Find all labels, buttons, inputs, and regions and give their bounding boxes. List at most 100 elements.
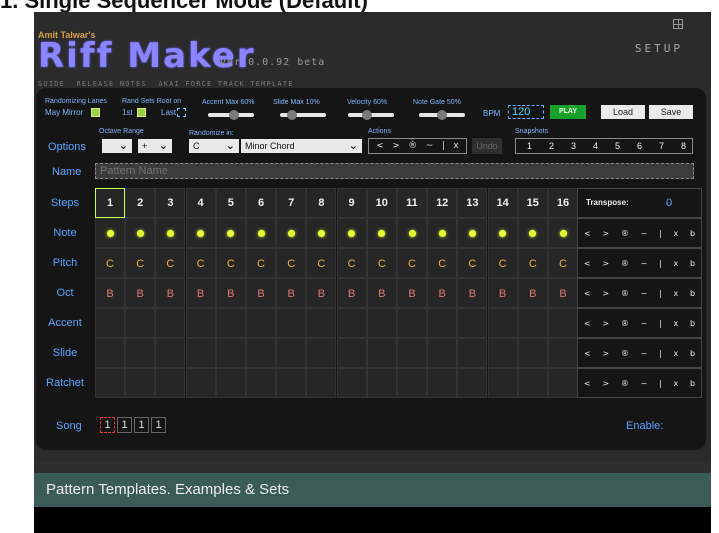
oct-mirror-button[interactable]: |: [659, 289, 662, 298]
ratchet-clear-button[interactable]: x: [674, 379, 679, 388]
song-slot-3[interactable]: 1: [134, 417, 149, 433]
release-notes-link[interactable]: RELEASE NOTES: [77, 80, 147, 88]
slide-max-slider[interactable]: [280, 110, 326, 120]
ratchet-bake-button[interactable]: b: [690, 379, 695, 388]
note-wave-button[interactable]: ~: [641, 229, 648, 238]
note-mirror-button[interactable]: |: [659, 229, 662, 238]
slide-cell-12[interactable]: [427, 338, 458, 368]
slide-randomize-button[interactable]: ®: [621, 349, 629, 358]
pitch-cell-3[interactable]: C: [155, 248, 186, 278]
randomize-button[interactable]: ®: [408, 139, 417, 153]
note-cell-13[interactable]: [457, 218, 488, 248]
steps-cell-8[interactable]: 8: [306, 188, 337, 218]
oct-cell-11[interactable]: B: [397, 278, 427, 308]
shift-left-button[interactable]: <: [376, 139, 384, 153]
oct-bake-button[interactable]: b: [690, 289, 695, 298]
slide-cell-1[interactable]: [95, 338, 125, 368]
pitch-cell-2[interactable]: C: [125, 248, 156, 278]
steps-cell-12[interactable]: 12: [427, 188, 458, 218]
note-cell-12[interactable]: [427, 218, 458, 248]
pitch-cell-10[interactable]: C: [366, 248, 397, 278]
accent-cell-4[interactable]: [185, 308, 216, 338]
scale-dropdown[interactable]: Minor Chord ⌄: [241, 139, 362, 153]
first-checkbox[interactable]: [137, 108, 146, 117]
slide-shift-left-button[interactable]: <: [584, 349, 591, 358]
bpm-input[interactable]: 120: [508, 105, 544, 119]
accent-clear-button[interactable]: x: [674, 319, 679, 328]
window-grid-icon[interactable]: [673, 19, 683, 29]
load-button[interactable]: Load: [601, 105, 645, 119]
steps-cell-3[interactable]: 3: [155, 188, 186, 218]
accent-cell-11[interactable]: [397, 308, 427, 338]
accent-cell-13[interactable]: [457, 308, 488, 338]
octave-range-max-dropdown[interactable]: + ⌄: [138, 139, 172, 153]
steps-cell-13[interactable]: 13: [457, 188, 488, 218]
oct-cell-10[interactable]: B: [366, 278, 397, 308]
slide-clear-button[interactable]: x: [674, 349, 679, 358]
oct-cell-16[interactable]: B: [548, 278, 578, 308]
note-cell-9[interactable]: [336, 218, 367, 248]
clear-button[interactable]: x: [453, 139, 458, 153]
ratchet-cell-11[interactable]: [397, 368, 427, 398]
oct-cell-7[interactable]: B: [276, 278, 307, 308]
snapshot-6[interactable]: 6: [637, 141, 642, 151]
steps-cell-9[interactable]: 9: [336, 188, 367, 218]
pitch-cell-13[interactable]: C: [457, 248, 488, 278]
oct-randomize-button[interactable]: ®: [621, 289, 629, 298]
note-cell-14[interactable]: [487, 218, 518, 248]
song-slot-4[interactable]: 1: [151, 417, 166, 433]
steps-cell-15[interactable]: 15: [517, 188, 548, 218]
pitch-cell-6[interactable]: C: [246, 248, 276, 278]
ratchet-cell-13[interactable]: [457, 368, 488, 398]
accent-cell-7[interactable]: [276, 308, 307, 338]
ratchet-cell-5[interactable]: [215, 368, 246, 398]
slide-cell-14[interactable]: [487, 338, 518, 368]
steps-cell-14[interactable]: 14: [487, 188, 518, 218]
accent-cell-12[interactable]: [427, 308, 458, 338]
pattern-name-input[interactable]: [95, 163, 694, 179]
ratchet-cell-12[interactable]: [427, 368, 458, 398]
pitch-clear-button[interactable]: x: [674, 259, 679, 268]
ratchet-cell-15[interactable]: [517, 368, 548, 398]
ratchet-cell-16[interactable]: [548, 368, 578, 398]
oct-cell-3[interactable]: B: [155, 278, 186, 308]
pitch-shift-left-button[interactable]: <: [584, 259, 591, 268]
guide-link[interactable]: GUIDE: [38, 80, 65, 88]
steps-cell-10[interactable]: 10: [366, 188, 397, 218]
pitch-randomize-button[interactable]: ®: [621, 259, 629, 268]
note-cell-4[interactable]: [185, 218, 216, 248]
slide-cell-5[interactable]: [215, 338, 246, 368]
snapshot-8[interactable]: 8: [681, 141, 686, 151]
velocity-slider[interactable]: [348, 110, 394, 120]
accent-max-slider[interactable]: [208, 110, 254, 120]
accent-cell-8[interactable]: [306, 308, 337, 338]
oct-cell-13[interactable]: B: [457, 278, 488, 308]
pitch-wave-button[interactable]: ~: [641, 259, 648, 268]
ratchet-shift-left-button[interactable]: <: [584, 379, 591, 388]
snapshot-3[interactable]: 3: [571, 141, 576, 151]
oct-cell-15[interactable]: B: [517, 278, 548, 308]
song-slot-1[interactable]: 1: [100, 417, 115, 433]
accent-randomize-button[interactable]: ®: [621, 319, 629, 328]
note-cell-10[interactable]: [366, 218, 397, 248]
accent-cell-10[interactable]: [366, 308, 397, 338]
ratchet-cell-6[interactable]: [246, 368, 276, 398]
slide-cell-10[interactable]: [366, 338, 397, 368]
note-cell-16[interactable]: [548, 218, 578, 248]
snapshot-5[interactable]: 5: [615, 141, 620, 151]
steps-cell-6[interactable]: 6: [246, 188, 276, 218]
accent-cell-14[interactable]: [487, 308, 518, 338]
pitch-cell-16[interactable]: C: [548, 248, 578, 278]
ratchet-cell-9[interactable]: [336, 368, 367, 398]
accent-cell-6[interactable]: [246, 308, 276, 338]
pitch-shift-right-button[interactable]: >: [602, 259, 609, 268]
oct-cell-12[interactable]: B: [427, 278, 458, 308]
snapshot-4[interactable]: 4: [593, 141, 598, 151]
accent-cell-2[interactable]: [125, 308, 156, 338]
steps-cell-4[interactable]: 4: [185, 188, 216, 218]
ratchet-cell-1[interactable]: [95, 368, 125, 398]
note-cell-5[interactable]: [215, 218, 246, 248]
steps-cell-11[interactable]: 11: [397, 188, 427, 218]
last-checkbox[interactable]: [177, 108, 186, 117]
slide-cell-13[interactable]: [457, 338, 488, 368]
